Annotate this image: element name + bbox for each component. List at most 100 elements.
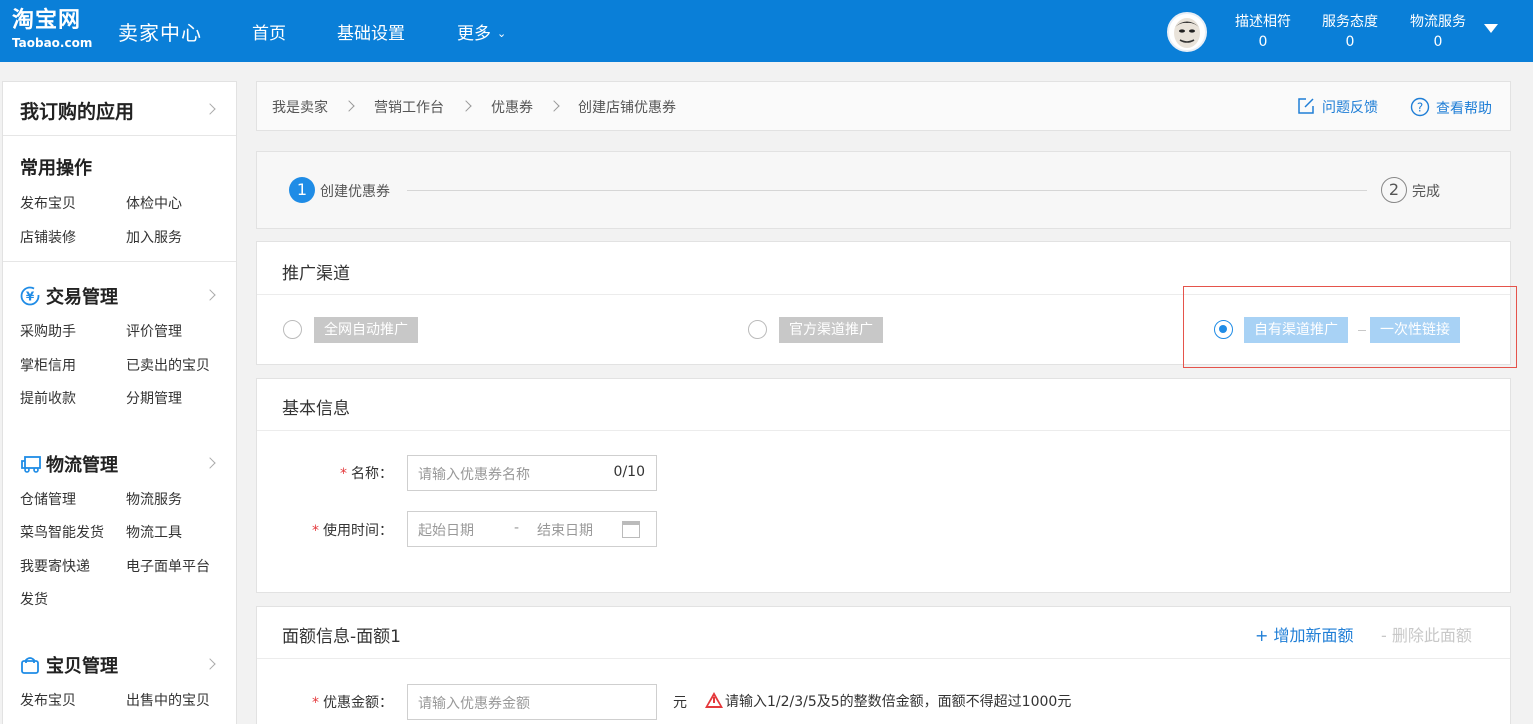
bag-icon [20, 655, 40, 675]
basic-info-panel: 基本信息 * 名称： 请输入优惠券名称 0/10 * 使用时间： 起始日期 - 结束… [256, 378, 1511, 593]
goods-title-label: 宝贝管理 [46, 656, 118, 677]
date-separator: - [514, 520, 520, 536]
sidebar-item-warehouse[interactable]: 仓储管理 [20, 489, 76, 509]
nav-more[interactable]: 更多 ⌄ [457, 19, 506, 44]
sidebar-item-early-payment[interactable]: 提前收款 [20, 388, 76, 408]
sidebar-item-credit[interactable]: 掌柜信用 [20, 355, 76, 375]
sidebar-item-installments[interactable]: 分期管理 [126, 388, 182, 408]
sidebar-item-checkup[interactable]: 体检中心 [126, 193, 182, 213]
subscribed-apps-header[interactable]: 我订购的应用 [3, 82, 236, 136]
sidebar-item-join-service[interactable]: 加入服务 [126, 227, 182, 247]
end-date-placeholder: 结束日期 [537, 523, 593, 539]
sidebar-item-publish-goods[interactable]: 发布宝贝 [20, 690, 76, 710]
trade-section-title[interactable]: ¥ 交易管理 [20, 283, 118, 309]
sidebar-item-purchase-assistant[interactable]: 采购助手 [20, 321, 76, 341]
divider [3, 261, 236, 262]
section-title: 面额信息-面额1 [282, 627, 401, 647]
amount-warning: 请输入1/2/3/5及5的整数倍金额，面额不得超过1000元 [705, 691, 1071, 711]
sidebar-item-on-sale[interactable]: 出售中的宝贝 [126, 690, 210, 710]
date-range-input[interactable]: 起始日期 - 结束日期 [407, 511, 657, 547]
time-label: * 使用时间： [287, 520, 393, 540]
avatar[interactable] [1167, 12, 1207, 52]
chevron-right-icon [548, 100, 560, 112]
nav-more-label: 更多 [457, 24, 491, 44]
sidebar-item-reviews[interactable]: 评价管理 [126, 321, 182, 341]
amount-unit: 元 [673, 695, 687, 711]
coupon-name-placeholder: 请输入优惠券名称 [418, 467, 530, 483]
svg-text:¥: ¥ [26, 290, 35, 304]
required-mark: * [340, 466, 347, 482]
breadcrumb: 我是卖家 营销工作台 优惠券 创建店铺优惠券 问题反馈 ? 查看帮助 [256, 81, 1511, 131]
logistics-title-label: 物流管理 [46, 455, 118, 476]
top-navbar: 淘宝网 Taobao.com 卖家中心 首页 基础设置 更多 ⌄ 描述相符 0 服… [0, 0, 1533, 62]
nav-basic-settings[interactable]: 基础设置 [337, 19, 405, 44]
score-label: 服务态度 [1322, 14, 1378, 30]
required-mark: * [312, 523, 319, 539]
common-ops-title: 常用操作 [20, 158, 92, 179]
help-label: 查看帮助 [1436, 101, 1492, 117]
radio-all-network[interactable] [283, 320, 302, 339]
amount-label-text: 优惠金额： [323, 695, 393, 711]
score-logistics: 物流服务 0 [1408, 12, 1468, 52]
logistics-section-title[interactable]: 物流管理 [20, 451, 118, 477]
delete-amount-button[interactable]: - 删除此面额 [1381, 622, 1472, 646]
radio-official-channel[interactable] [748, 320, 767, 339]
sidebar-item-cainiao[interactable]: 菜鸟智能发货 [20, 522, 104, 542]
add-amount-button[interactable]: + 增加新面额 [1255, 622, 1354, 646]
score-label: 描述相符 [1235, 14, 1291, 30]
start-date-placeholder: 起始日期 [418, 523, 474, 539]
score-service: 服务态度 0 [1320, 12, 1380, 52]
breadcrumb-item[interactable]: 我是卖家 [272, 97, 328, 117]
chevron-right-icon [343, 100, 355, 112]
sidebar-item-decoration[interactable]: 店铺装修 [20, 227, 76, 247]
name-label-text: 名称： [351, 466, 393, 482]
nav-home[interactable]: 首页 [252, 19, 286, 44]
chevron-right-icon [204, 103, 216, 115]
svg-text:?: ? [1417, 101, 1423, 115]
sidebar-item-publish[interactable]: 发布宝贝 [20, 193, 76, 213]
breadcrumb-item[interactable]: 优惠券 [491, 97, 533, 117]
divider [257, 430, 1510, 431]
name-label: * 名称： [317, 463, 393, 483]
coupon-amount-input[interactable]: 请输入优惠券金额 [407, 684, 657, 720]
sidebar-item-ship[interactable]: 发货 [20, 589, 48, 609]
step-1-label: 创建优惠券 [320, 184, 390, 200]
char-counter: 0/10 [613, 464, 645, 480]
warning-text: 请输入1/2/3/5及5的整数倍金额，面额不得超过1000元 [725, 694, 1072, 710]
caret-down-icon[interactable] [1484, 24, 1498, 33]
logo-domain: Taobao.com [12, 36, 93, 50]
amount-label: * 优惠金额： [287, 692, 393, 712]
divider [257, 658, 1510, 659]
time-label-text: 使用时间： [323, 523, 393, 539]
edit-icon [1298, 98, 1314, 114]
goods-section-title[interactable]: 宝贝管理 [20, 652, 118, 678]
sidebar-item-sold-items[interactable]: 已卖出的宝贝 [126, 355, 210, 375]
warning-icon [705, 692, 723, 708]
chevron-down-icon: ⌄ [497, 27, 507, 40]
score-description: 描述相符 0 [1233, 12, 1293, 52]
coupon-name-input[interactable]: 请输入优惠券名称 0/10 [407, 455, 657, 491]
step-1-number: 1 [289, 177, 315, 203]
logo-text: 淘宝网 [12, 8, 82, 33]
chevron-right-icon [204, 289, 216, 301]
sidebar-item-e-waybill[interactable]: 电子面单平台 [126, 556, 210, 576]
sidebar-item-send-express[interactable]: 我要寄快递 [20, 556, 90, 576]
trade-title-label: 交易管理 [46, 287, 118, 308]
feedback-label: 问题反馈 [1322, 100, 1378, 116]
taobao-logo[interactable]: 淘宝网 Taobao.com [12, 8, 104, 54]
help-link[interactable]: ? 查看帮助 [1410, 97, 1492, 118]
sidebar-item-logistics-tools[interactable]: 物流工具 [126, 522, 182, 542]
subscribed-apps-title: 我订购的应用 [20, 101, 135, 123]
option-official-channel[interactable]: 官方渠道推广 [779, 317, 883, 343]
section-title: 基本信息 [282, 399, 350, 419]
chevron-right-icon [204, 658, 216, 670]
help-icon: ? [1410, 97, 1430, 117]
feedback-link[interactable]: 问题反馈 [1297, 97, 1378, 117]
option-all-network[interactable]: 全网自动推广 [314, 317, 418, 343]
breadcrumb-current: 创建店铺优惠券 [578, 100, 676, 116]
calendar-icon[interactable] [622, 521, 640, 538]
yen-icon: ¥ [20, 286, 40, 306]
sidebar-item-logistics-service[interactable]: 物流服务 [126, 489, 182, 509]
breadcrumb-item[interactable]: 营销工作台 [374, 97, 444, 117]
progress-steps: 1 创建优惠券 2 完成 [256, 151, 1511, 229]
